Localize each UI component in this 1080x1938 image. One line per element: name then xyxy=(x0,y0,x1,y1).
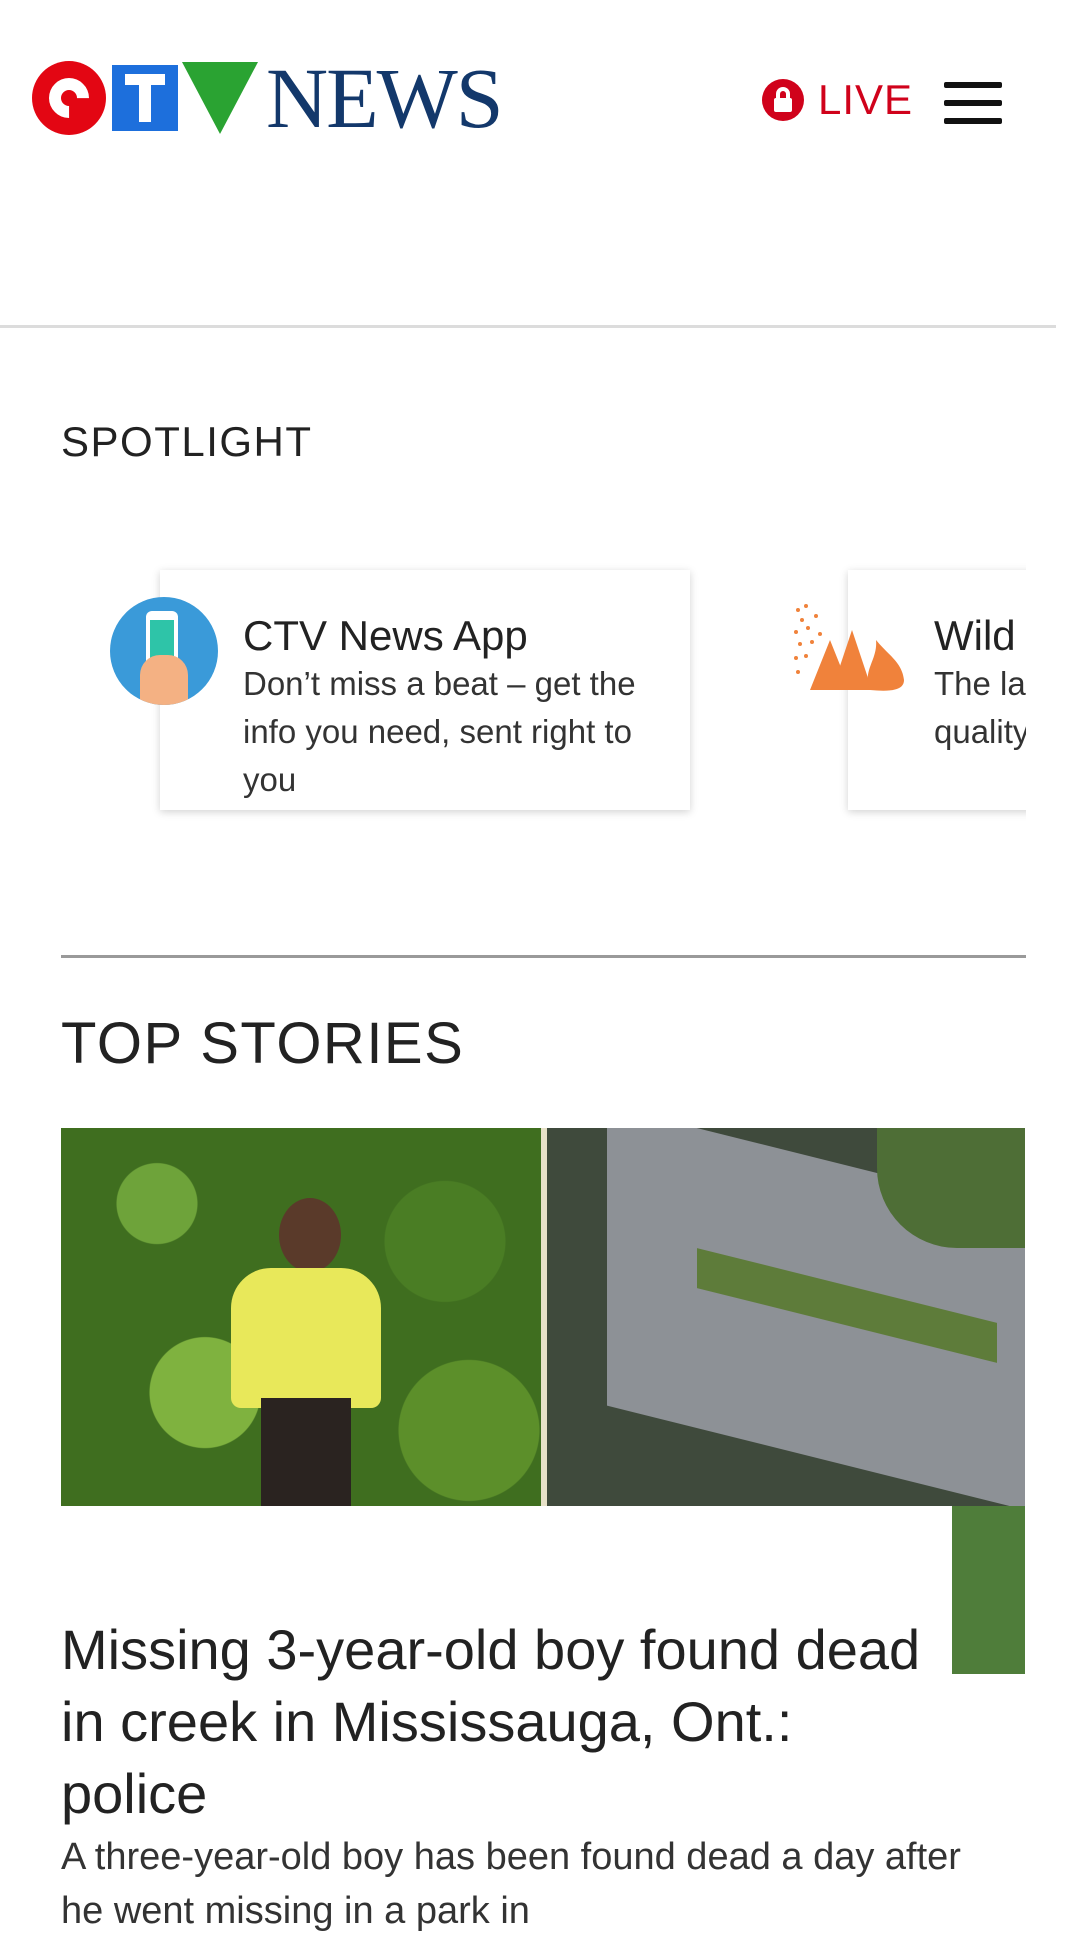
spotlight-card-text: The la quality xyxy=(934,665,1026,750)
site-header: NEWS LIVE xyxy=(0,0,1080,200)
top-stories-heading: TOP STORIES xyxy=(61,1011,465,1076)
aerial-photo xyxy=(547,1128,1025,1506)
spotlight-card-title: Wild xyxy=(934,612,1016,659)
lock-icon xyxy=(762,79,804,121)
header-divider xyxy=(0,325,1056,328)
logo-c-mark xyxy=(32,61,106,135)
logo-wordmark: NEWS xyxy=(266,50,504,146)
wildfire-icon xyxy=(794,604,904,691)
live-button[interactable]: LIVE xyxy=(762,76,913,124)
hamburger-menu-icon[interactable] xyxy=(944,80,1002,126)
spotlight-heading: SPOTLIGHT xyxy=(61,418,313,465)
lead-story-image-edge xyxy=(952,1506,1025,1674)
lead-story-image[interactable] xyxy=(61,1128,1025,1506)
lead-story-headline[interactable]: Missing 3-year-old boy found dead in cre… xyxy=(61,1614,921,1830)
logo-v-mark xyxy=(182,62,258,134)
ctv-news-logo[interactable]: NEWS xyxy=(32,50,504,146)
lead-story-summary: A three-year-old boy has been found dead… xyxy=(61,1836,961,1932)
spotlight-card-2-clip: Wild The la quality xyxy=(0,540,1026,840)
boy-photo xyxy=(61,1128,541,1506)
logo-t-mark xyxy=(112,65,178,131)
section-divider xyxy=(61,955,1026,958)
live-label: LIVE xyxy=(818,76,914,123)
